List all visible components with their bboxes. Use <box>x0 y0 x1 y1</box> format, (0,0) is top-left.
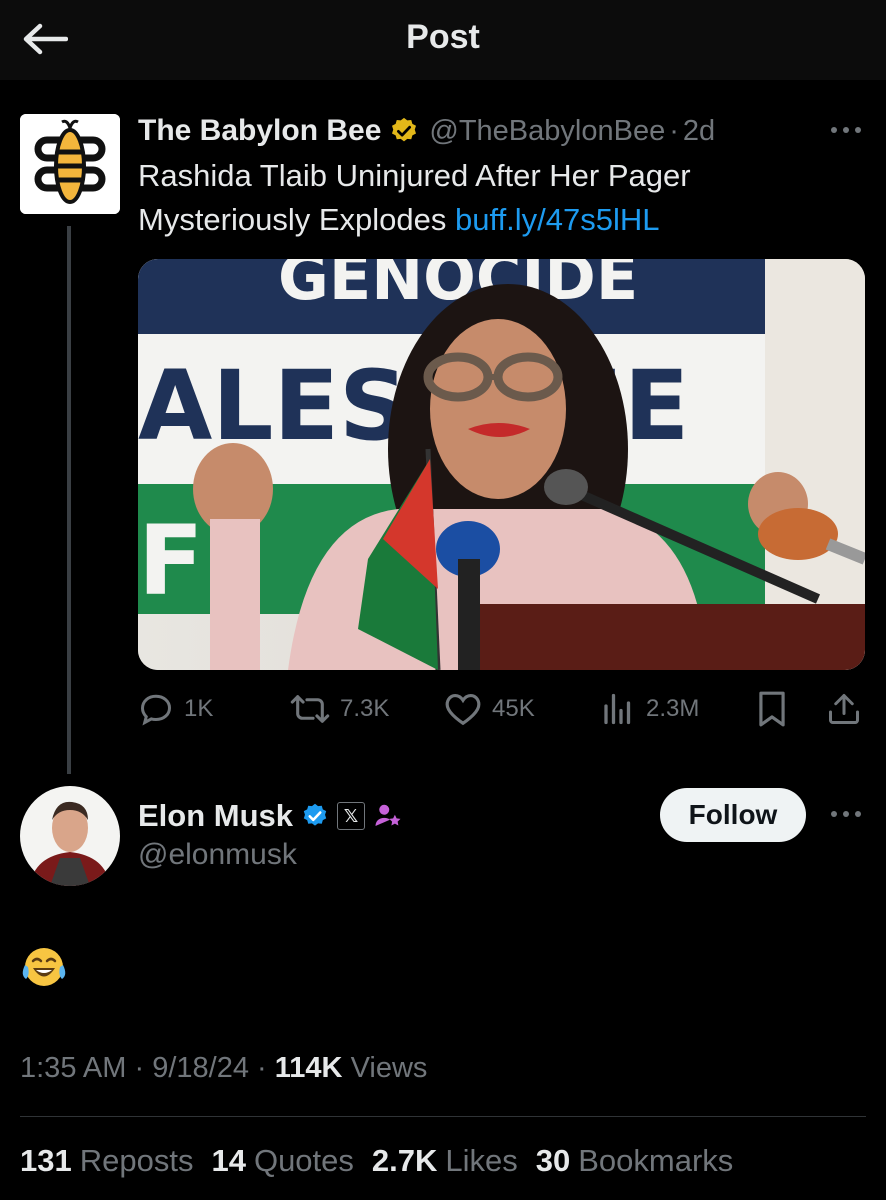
post-date[interactable]: 9/18/24 <box>152 1052 249 1084</box>
likes-label: Likes <box>445 1143 518 1178</box>
x-logo-icon: 𝕏 <box>337 802 366 830</box>
reply-author-name[interactable]: Elon Musk <box>138 798 293 834</box>
elon-musk-avatar[interactable] <box>20 786 120 886</box>
reposts-count: 131 <box>20 1143 72 1178</box>
profile-photo <box>20 786 120 886</box>
reply-handle[interactable]: @elonmusk <box>138 838 297 872</box>
parent-post-text: Rashida Tlaib Uninjured After Her Pager … <box>138 154 838 242</box>
parent-author-name[interactable]: The Babylon Bee <box>138 114 381 148</box>
babylon-bee-logo-icon <box>20 114 120 214</box>
reply-more-button[interactable] <box>828 806 864 822</box>
post-views-count: 114K <box>274 1052 343 1084</box>
more-icon <box>831 811 861 817</box>
top-bar: Post <box>0 0 886 80</box>
bookmarks-stat[interactable]: 30 Bookmarks <box>536 1143 734 1179</box>
banner-text-bottom: F <box>138 505 204 617</box>
views-button[interactable]: 2.3M <box>600 686 699 732</box>
parent-more-button[interactable] <box>828 122 864 138</box>
meta-separator: · <box>134 1052 145 1084</box>
like-count: 45K <box>492 695 535 722</box>
reply-count: 1K <box>184 695 214 722</box>
reply-button[interactable]: 1K <box>138 686 213 732</box>
gold-verified-icon <box>389 116 419 146</box>
laughing-emoji <box>22 948 66 986</box>
reply-body <box>20 945 68 989</box>
repost-icon <box>290 695 330 723</box>
post-image[interactable]: GENOCIDE ALES IE F <box>138 259 865 670</box>
likes-stat[interactable]: 2.7K Likes <box>372 1143 518 1179</box>
engagement-stats: 131 Reposts 14 Quotes 2.7K Likes 30 Bookmark… <box>20 1143 751 1179</box>
post-age[interactable]: 2d <box>683 115 715 148</box>
banner-text-middle: ALES <box>138 350 408 462</box>
repost-button[interactable]: 7.3K <box>290 686 389 732</box>
views-icon <box>604 693 631 725</box>
quotes-stat[interactable]: 14 Quotes <box>211 1143 353 1179</box>
post-views-label: Views <box>350 1052 428 1084</box>
press-conference-photo: GENOCIDE ALES IE F <box>138 259 865 670</box>
follow-button[interactable]: Follow <box>660 788 806 842</box>
parent-post-header: The Babylon Bee @TheBabylonBee · 2d <box>138 110 715 152</box>
bookmarks-label: Bookmarks <box>578 1143 734 1178</box>
subscriber-star-icon <box>373 801 403 831</box>
quotes-label: Quotes <box>253 1143 354 1178</box>
dot-separator: · <box>669 114 679 147</box>
share-button[interactable] <box>826 686 872 732</box>
page-title: Post <box>406 18 480 56</box>
more-icon <box>831 127 861 133</box>
thread-connector <box>67 226 71 774</box>
post-time[interactable]: 1:35 AM <box>20 1052 126 1084</box>
babylon-bee-avatar[interactable] <box>20 114 120 214</box>
meta-separator: · <box>257 1052 267 1084</box>
repost-count: 7.3K <box>340 695 390 722</box>
divider <box>20 1116 866 1117</box>
blue-verified-icon <box>301 802 329 830</box>
views-count: 2.3M <box>646 695 700 722</box>
parent-handle[interactable]: @TheBabylonBee <box>429 115 665 148</box>
reply-header: Elon Musk 𝕏 <box>138 796 403 836</box>
parent-action-bar: 1K 7.3K 45K 2.3M <box>138 686 866 732</box>
bookmark-icon <box>759 691 785 727</box>
reposts-stat[interactable]: 131 Reposts <box>20 1143 193 1179</box>
reply-icon <box>140 694 172 726</box>
reposts-label: Reposts <box>79 1143 194 1178</box>
like-icon <box>445 693 481 726</box>
like-button[interactable]: 45K <box>444 686 535 732</box>
parent-post-link[interactable]: buff.ly/47s5lHL <box>455 202 660 237</box>
quotes-count: 14 <box>211 1143 246 1178</box>
post-meta: 1:35 AM · 9/18/24 · 114K Views <box>20 1052 427 1085</box>
bookmarks-count: 30 <box>535 1143 571 1178</box>
share-icon <box>829 694 859 724</box>
likes-count: 2.7K <box>371 1143 438 1178</box>
bookmark-button[interactable] <box>756 686 798 732</box>
